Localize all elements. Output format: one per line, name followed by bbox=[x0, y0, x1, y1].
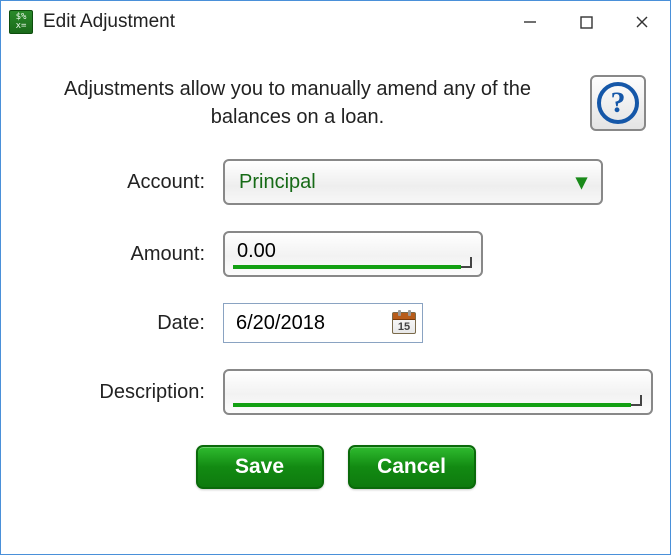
amount-label: Amount: bbox=[25, 243, 205, 266]
help-icon: ? bbox=[597, 82, 639, 124]
minimize-icon bbox=[523, 15, 537, 29]
minimize-button[interactable] bbox=[502, 2, 558, 42]
maximize-icon bbox=[580, 16, 593, 29]
close-button[interactable] bbox=[614, 2, 670, 42]
cancel-button-label: Cancel bbox=[377, 455, 446, 479]
amount-field[interactable] bbox=[223, 231, 483, 277]
chevron-down-icon: ▾ bbox=[576, 169, 587, 195]
window-title: Edit Adjustment bbox=[43, 11, 175, 33]
form: Account: Principal ▾ Amount: Date: 15 De… bbox=[25, 159, 646, 415]
app-icon: $% x= bbox=[9, 10, 33, 34]
amount-input[interactable] bbox=[237, 240, 469, 269]
account-dropdown[interactable]: Principal ▾ bbox=[223, 159, 603, 205]
save-button-label: Save bbox=[235, 455, 284, 479]
description-label: Description: bbox=[25, 381, 205, 404]
close-icon bbox=[635, 15, 649, 29]
description-input[interactable] bbox=[237, 378, 639, 407]
maximize-button[interactable] bbox=[558, 2, 614, 42]
cancel-button[interactable]: Cancel bbox=[348, 445, 476, 489]
date-field[interactable]: 15 bbox=[223, 303, 423, 343]
account-value: Principal bbox=[239, 171, 316, 194]
date-input[interactable] bbox=[234, 311, 392, 336]
field-corner-icon bbox=[627, 391, 645, 409]
date-label: Date: bbox=[25, 312, 205, 335]
field-corner-icon bbox=[457, 253, 475, 271]
account-label: Account: bbox=[25, 171, 205, 194]
description-field[interactable] bbox=[223, 369, 653, 415]
help-button[interactable]: ? bbox=[590, 75, 646, 131]
calendar-icon[interactable]: 15 bbox=[392, 312, 416, 334]
titlebar: $% x= Edit Adjustment bbox=[1, 1, 670, 43]
save-button[interactable]: Save bbox=[196, 445, 324, 489]
intro-text: Adjustments allow you to manually amend … bbox=[25, 75, 570, 131]
